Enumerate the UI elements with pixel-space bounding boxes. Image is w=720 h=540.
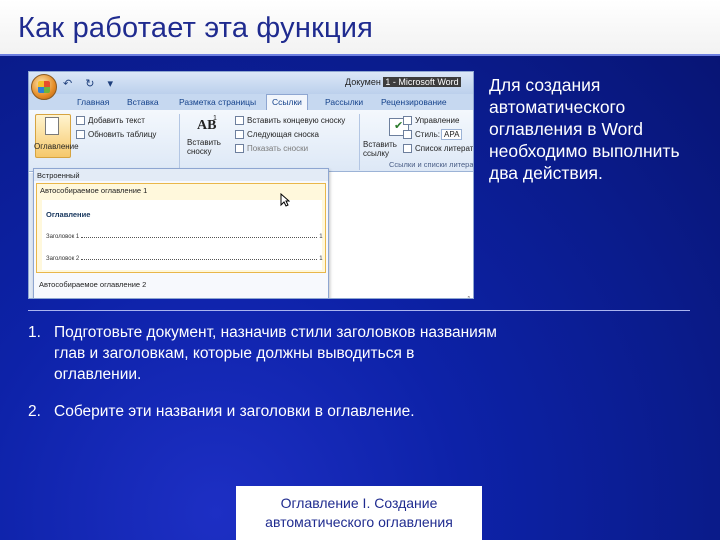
- add-text-icon: [76, 116, 85, 125]
- title-bar: Как работает эта функция: [0, 0, 720, 54]
- style-icon: [403, 130, 412, 139]
- step-number: 1.: [28, 324, 41, 341]
- endnote-icon: [235, 116, 244, 125]
- ribbon-separator: [359, 114, 360, 170]
- word-window-title: Докумен 1 - Microsoft Word: [345, 77, 461, 87]
- footer: Оглавление I. Создание автоматического о…: [236, 486, 482, 540]
- word-screenshot: ↶ ↻ ▾ Докумен 1 - Microsoft Word Главная…: [28, 71, 474, 299]
- toc-add-text[interactable]: Добавить текст: [88, 116, 145, 125]
- tab-references[interactable]: Ссылки: [266, 94, 308, 110]
- toc-preview-line: Заголовок 11: [46, 234, 323, 240]
- style-select[interactable]: APA: [441, 129, 463, 140]
- aside-text: Для создания автоматического оглавления …: [489, 75, 680, 183]
- divider-line: [28, 310, 690, 311]
- tab-insert[interactable]: Вставка: [127, 97, 159, 107]
- insert-footnote-button[interactable]: Вставить сноску: [187, 138, 231, 156]
- gallery-header: Встроенный: [34, 169, 328, 181]
- document-page-number: 1: [467, 296, 471, 298]
- office-button-icon[interactable]: [31, 74, 57, 100]
- show-notes-icon: [235, 144, 244, 153]
- update-table-icon: [76, 130, 85, 139]
- toc-button-label: Оглавление: [34, 142, 79, 151]
- tab-mailings[interactable]: Рассылки: [325, 97, 363, 107]
- bibliography[interactable]: Список литературы: [415, 144, 473, 153]
- footnote-superscript-icon: 1: [213, 115, 217, 122]
- steps-list: 1. Подготовьте документ, назначив стили …: [28, 322, 498, 438]
- slide-title: Как работает эта функция: [18, 12, 374, 44]
- ribbon-separator: [179, 114, 180, 170]
- manage-sources[interactable]: Управление: [415, 116, 459, 125]
- insert-endnote[interactable]: Вставить концевую сноску: [247, 116, 345, 125]
- insert-citation-button[interactable]: Вставить ссылку: [363, 140, 401, 158]
- step-text: Соберите эти названия и заголовки в огла…: [54, 403, 415, 420]
- style-label: Стиль:: [415, 130, 440, 139]
- word-title-prefix: Докумен: [345, 77, 381, 87]
- step-item: 1. Подготовьте документ, назначив стили …: [28, 322, 498, 385]
- toc-preview: Оглавление Заголовок 11 Заголовок 21: [42, 200, 323, 270]
- ribbon-tabs: Главная Вставка Разметка страницы Ссылки…: [29, 94, 473, 110]
- tab-review[interactable]: Рецензирование: [381, 97, 447, 107]
- title-underline: [0, 54, 720, 56]
- tab-home[interactable]: Главная: [77, 97, 109, 107]
- tab-page-layout[interactable]: Разметка страницы: [179, 97, 256, 107]
- step-text: Подготовьте документ, назначив стили заг…: [54, 324, 497, 383]
- bibliography-icon: [403, 144, 412, 153]
- group-citations-label: Ссылки и списки литературы: [389, 160, 474, 169]
- show-notes[interactable]: Показать сноски: [247, 144, 308, 153]
- word-titlebar: ↶ ↻ ▾ Докумен 1 - Microsoft Word: [29, 72, 473, 94]
- next-footnote-icon: [235, 130, 244, 139]
- ribbon: Оглавление Добавить текст Обновить табли…: [29, 110, 474, 172]
- step-item: 2. Соберите эти названия и заголовки в о…: [28, 401, 498, 422]
- toc-preview-title: Оглавление: [46, 210, 91, 219]
- toc-gallery: Встроенный Автособираемое оглавление 1 О…: [33, 168, 329, 298]
- step-number: 2.: [28, 403, 41, 420]
- manage-sources-icon: [403, 116, 412, 125]
- next-footnote[interactable]: Следующая сноска: [247, 130, 319, 139]
- gallery-item-title: Автособираемое оглавление 1: [40, 186, 148, 195]
- toc-preview-line: Заголовок 21: [46, 256, 323, 262]
- footer-text: Оглавление I. Создание автоматического о…: [265, 495, 453, 530]
- word-title-highlight: 1 - Microsoft Word: [383, 77, 461, 87]
- toc-update-table[interactable]: Обновить таблицу: [88, 130, 156, 139]
- quick-access-toolbar[interactable]: ↶ ↻ ▾: [63, 77, 118, 90]
- toc-icon: [45, 117, 59, 135]
- gallery-item-auto-toc-2[interactable]: Автособираемое оглавление 2: [39, 280, 146, 289]
